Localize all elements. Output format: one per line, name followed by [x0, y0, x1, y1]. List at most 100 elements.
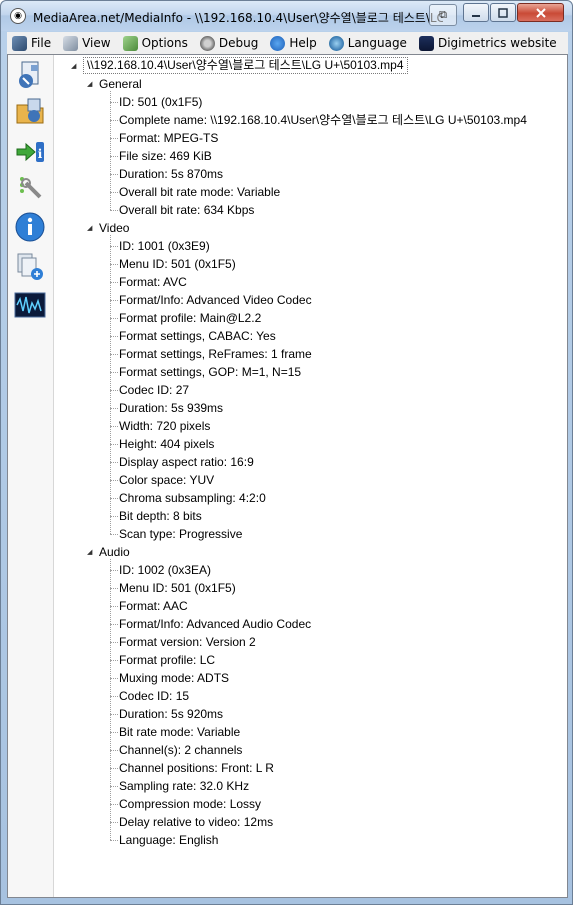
mediainfo-window: ◉ MediaArea.net/MediaInfo - \\192.168.10… — [0, 0, 573, 905]
tree-field[interactable]: Width: 720 pixels — [119, 417, 210, 435]
tree-connector — [110, 559, 111, 840]
tree-field[interactable]: Format version: Version 2 — [119, 633, 256, 651]
tree-field[interactable]: Channel positions: Front: L R — [119, 759, 274, 777]
menu-label: File — [31, 36, 52, 50]
tree-field[interactable]: ID: 1002 (0x3EA) — [119, 561, 211, 579]
menu-view[interactable]: View — [58, 33, 115, 53]
tree-field[interactable]: Format: AVC — [119, 273, 187, 291]
tree-field[interactable]: Overall bit rate mode: Variable — [119, 183, 280, 201]
tree-field[interactable]: Codec ID: 27 — [119, 381, 189, 399]
tree-field[interactable]: Muxing mode: ADTS — [119, 669, 229, 687]
tree-connector — [110, 282, 118, 283]
tree-field[interactable]: Chroma subsampling: 4:2:0 — [119, 489, 266, 507]
preferences-icon — [20, 177, 42, 199]
tree-connector — [110, 318, 118, 319]
collapse-triangle-icon[interactable]: ◢ — [71, 62, 79, 70]
tree-connector — [110, 660, 118, 661]
title-bar[interactable]: ◉ MediaArea.net/MediaInfo - \\192.168.10… — [1, 1, 572, 31]
tree-field[interactable]: Format profile: LC — [119, 651, 215, 669]
digimetrics-tool-button[interactable] — [13, 288, 47, 322]
tree-field[interactable]: ID: 501 (0x1F5) — [119, 93, 202, 111]
tree-section-video[interactable]: Video — [99, 219, 129, 237]
tree-field[interactable]: File size: 469 KiB — [119, 147, 212, 165]
window-title: MediaArea.net/MediaInfo - \\192.168.10.4… — [33, 11, 443, 25]
tree-field[interactable]: Delay relative to video: 12ms — [119, 813, 273, 831]
media-info-tree[interactable]: ◢ \\192.168.10.4\User\양수열\블로그 테스트\LG U+\5… — [55, 55, 567, 897]
tree-field[interactable]: Language: English — [119, 831, 218, 849]
tree-connector — [110, 444, 118, 445]
help-icon — [270, 35, 286, 51]
tree-field[interactable]: Bit depth: 8 bits — [119, 507, 202, 525]
tree-field[interactable]: Complete name: \\192.168.10.4\User\양수열\블… — [119, 111, 527, 129]
preferences-button[interactable] — [13, 172, 47, 206]
tree-connector — [110, 480, 118, 481]
tree-field[interactable]: Overall bit rate: 634 Kbps — [119, 201, 254, 219]
tree-connector — [110, 534, 118, 535]
tree-field[interactable]: Scan type: Progressive — [119, 525, 242, 543]
tree-field[interactable]: Duration: 5s 920ms — [119, 705, 223, 723]
menu-label: View — [82, 36, 111, 50]
tree-field[interactable]: Sampling rate: 32.0 KHz — [119, 777, 249, 795]
tree-field[interactable]: Format settings, ReFrames: 1 frame — [119, 345, 312, 363]
about-info-button[interactable] — [13, 210, 47, 244]
tree-connector — [110, 408, 118, 409]
tree-section-general[interactable]: General — [99, 75, 142, 93]
tree-connector — [110, 235, 111, 534]
tree-connector — [110, 750, 118, 751]
collapse-triangle-icon[interactable]: ◢ — [87, 80, 95, 88]
overlapping-window-icon: ⧉ — [429, 4, 457, 26]
tree-field[interactable]: Color space: YUV — [119, 471, 214, 489]
menu-language[interactable]: Language — [324, 33, 412, 53]
svg-text:i: i — [38, 147, 43, 161]
tree-connector — [110, 678, 118, 679]
tree-root-file[interactable]: \\192.168.10.4\User\양수열\블로그 테스트\LG U+\50… — [83, 57, 408, 74]
open-file-icon — [19, 61, 39, 88]
tree-connector — [110, 354, 118, 355]
menu-options[interactable]: Options — [118, 33, 193, 53]
tree-connector — [110, 156, 118, 157]
tree-connector — [110, 498, 118, 499]
tree-connector — [110, 822, 118, 823]
close-button[interactable] — [517, 3, 564, 22]
tree-field[interactable]: Channel(s): 2 channels — [119, 741, 242, 759]
menu-debug[interactable]: Debug — [195, 33, 263, 53]
tree-field[interactable]: ID: 1001 (0x3E9) — [119, 237, 210, 255]
tree-field[interactable]: Format: MPEG-TS — [119, 129, 218, 147]
tree-field[interactable]: Menu ID: 501 (0x1F5) — [119, 579, 236, 597]
tree-connector — [110, 516, 118, 517]
menu-file[interactable]: File — [7, 33, 56, 53]
collapse-triangle-icon[interactable]: ◢ — [87, 548, 95, 556]
tree-field[interactable]: Duration: 5s 870ms — [119, 165, 223, 183]
left-toolbar: i — [8, 55, 54, 897]
menu-label: Options — [141, 36, 188, 50]
tree-connector — [110, 732, 118, 733]
minimize-button[interactable] — [463, 3, 489, 22]
tree-field[interactable]: Format/Info: Advanced Video Codec — [119, 291, 312, 309]
tree-field[interactable]: Format profile: Main@L2.2 — [119, 309, 261, 327]
tree-section-audio[interactable]: Audio — [99, 543, 130, 561]
tree-field[interactable]: Bit rate mode: Variable — [119, 723, 240, 741]
tree-field[interactable]: Compression mode: Lossy — [119, 795, 261, 813]
maximize-button[interactable] — [490, 3, 516, 22]
mediainfo-app-icon: ◉ — [10, 8, 26, 24]
collapse-triangle-icon[interactable]: ◢ — [87, 224, 95, 232]
check-updates-button[interactable] — [13, 249, 47, 283]
tree-field[interactable]: Height: 404 pixels — [119, 435, 214, 453]
tree-field[interactable]: Menu ID: 501 (0x1F5) — [119, 255, 236, 273]
menu-digimetrics-website[interactable]: Digimetrics website — [414, 33, 562, 53]
check-updates-icon — [17, 253, 43, 280]
tree-field[interactable]: Codec ID: 15 — [119, 687, 189, 705]
menu-help[interactable]: Help — [265, 33, 321, 53]
tree-field[interactable]: Format settings, CABAC: Yes — [119, 327, 276, 345]
tree-field[interactable]: Format settings, GOP: M=1, N=15 — [119, 363, 301, 381]
tree-field[interactable]: Format: AAC — [119, 597, 188, 615]
export-info-button[interactable]: i — [13, 135, 47, 169]
tree-field[interactable]: Display aspect ratio: 16:9 — [119, 453, 254, 471]
open-file-button[interactable] — [13, 58, 47, 92]
language-icon — [328, 35, 344, 51]
tree-connector — [110, 246, 118, 247]
main-panel: i ◢ \\192.168.10.4\User\양수열\블로그 테스트\LG U+… — [7, 54, 568, 898]
tree-field[interactable]: Duration: 5s 939ms — [119, 399, 223, 417]
open-folder-button[interactable] — [13, 95, 47, 129]
tree-field[interactable]: Format/Info: Advanced Audio Codec — [119, 615, 311, 633]
